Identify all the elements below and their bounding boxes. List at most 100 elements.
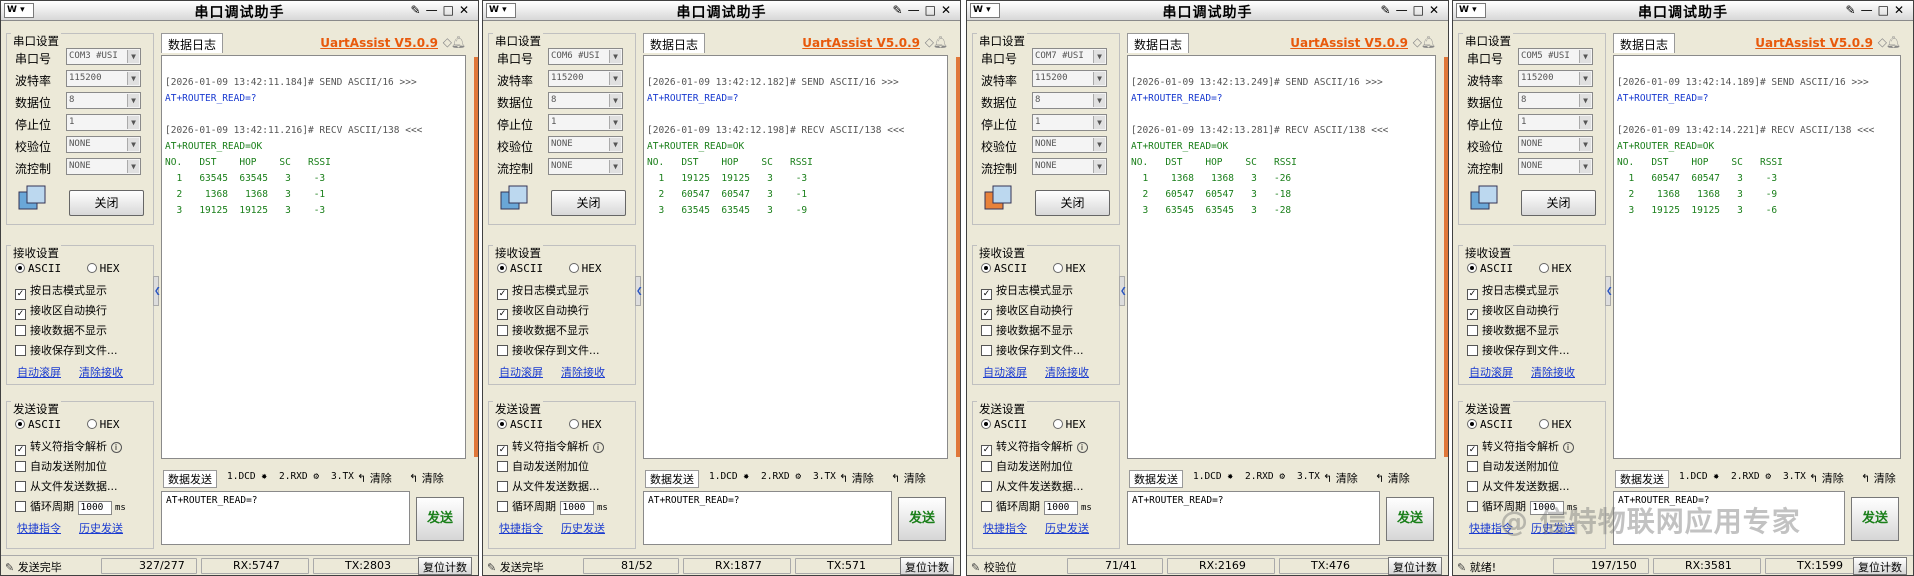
recv-auto-wrap-checkbox[interactable]: ✓ 接收区自动换行 bbox=[497, 302, 589, 320]
brand-link[interactable]: UartAssist V5.0.9 bbox=[320, 36, 438, 50]
title-bar[interactable]: W ▾ 串口调试助手 ✎—□✕ bbox=[483, 1, 960, 21]
cycle-checkbox[interactable] bbox=[15, 501, 26, 512]
close-port-button[interactable]: 关闭 bbox=[1035, 190, 1110, 216]
port-select[interactable]: COM5 #USI ▼ bbox=[1518, 48, 1593, 65]
chevron-down-icon[interactable]: ▼ bbox=[1093, 160, 1105, 173]
auto-scroll-link[interactable]: 自动滚屏 bbox=[983, 364, 1027, 380]
collapse-panel-handle[interactable]: ❮ bbox=[153, 276, 161, 306]
clear-recv-link[interactable]: 清除接收 bbox=[79, 364, 123, 380]
close-port-button[interactable]: 关闭 bbox=[551, 190, 626, 216]
minimize-icon[interactable]: — bbox=[908, 3, 925, 17]
chevron-down-icon[interactable]: ▼ bbox=[609, 50, 621, 63]
maximize-icon[interactable]: □ bbox=[443, 3, 459, 17]
recv-auto-wrap-checkbox[interactable]: ✓ 接收区自动换行 bbox=[15, 302, 107, 320]
send-ascii-radio[interactable]: ASCII bbox=[981, 418, 1027, 431]
auto-append-checkbox[interactable]: 自动发送附加位 bbox=[981, 458, 1073, 474]
send-button[interactable]: 发送 bbox=[1851, 497, 1899, 541]
clear-send-button[interactable]: ↰ 清除 bbox=[839, 470, 874, 486]
clear-all-button[interactable]: ↰ 清除 bbox=[409, 470, 444, 486]
collapse-panel-handle[interactable]: ❮ bbox=[1119, 276, 1127, 306]
reset-count-button[interactable]: 复位计数 bbox=[418, 557, 472, 575]
recv-save-checkbox[interactable]: 接收保存到文件... bbox=[981, 342, 1084, 358]
chevron-down-icon[interactable]: ▼ bbox=[1579, 94, 1591, 107]
flow-select[interactable]: NONE ▼ bbox=[1032, 158, 1107, 175]
recv-log-mode-checkbox[interactable]: ✓ 按日志模式显示 bbox=[15, 282, 107, 300]
recv-hide-checkbox[interactable]: 接收数据不显示 bbox=[1467, 322, 1559, 338]
chevron-down-icon[interactable]: ▼ bbox=[609, 94, 621, 107]
file-send-checkbox[interactable]: 从文件发送数据... bbox=[1467, 478, 1570, 494]
recv-ascii-radio[interactable]: ASCII bbox=[1467, 262, 1513, 275]
recv-auto-wrap-checkbox[interactable]: ✓ 接收区自动换行 bbox=[981, 302, 1073, 320]
stopbits-select[interactable]: 1 ▼ bbox=[66, 114, 141, 131]
flow-select[interactable]: NONE ▼ bbox=[548, 158, 623, 175]
info-icon[interactable]: i bbox=[592, 442, 604, 453]
log-scrollbar[interactable] bbox=[956, 57, 960, 457]
port-select[interactable]: COM3 #USI ▼ bbox=[66, 48, 141, 65]
edit-icon[interactable]: ✎ bbox=[1381, 3, 1396, 17]
cycle-input[interactable]: 1000 bbox=[77, 501, 112, 515]
chevron-down-icon[interactable]: ▼ bbox=[127, 94, 139, 107]
escape-parse-checkbox[interactable]: ✓ 转义符指令解析 i bbox=[1467, 438, 1574, 456]
recv-hex-radio[interactable]: HEX bbox=[86, 262, 120, 275]
chevron-down-icon[interactable]: ▼ bbox=[127, 116, 139, 129]
recv-save-checkbox[interactable]: 接收保存到文件... bbox=[15, 342, 118, 358]
parity-select[interactable]: NONE ▼ bbox=[66, 136, 141, 153]
clear-all-button[interactable]: ↰ 清除 bbox=[1375, 470, 1410, 486]
clear-all-button[interactable]: ↰ 清除 bbox=[891, 470, 926, 486]
reset-count-button[interactable]: 复位计数 bbox=[1388, 557, 1442, 575]
port-select[interactable]: COM7 #USI ▼ bbox=[1032, 48, 1107, 65]
maximize-icon[interactable]: □ bbox=[1878, 3, 1894, 17]
history-send-link[interactable]: 历史发送 bbox=[561, 520, 605, 536]
recv-save-checkbox[interactable]: 接收保存到文件... bbox=[497, 342, 600, 358]
databits-select[interactable]: 8 ▼ bbox=[66, 92, 141, 109]
bell-icon[interactable]: 🔔︎ bbox=[1421, 35, 1436, 49]
recv-log-area[interactable]: [2026-01-09 13:42:13.249]# SEND ASCII/16… bbox=[1127, 55, 1436, 459]
chevron-down-icon[interactable]: ▼ bbox=[1579, 50, 1591, 63]
auto-scroll-link[interactable]: 自动滚屏 bbox=[17, 364, 61, 380]
file-send-checkbox[interactable]: 从文件发送数据... bbox=[981, 478, 1084, 494]
recv-auto-wrap-checkbox[interactable]: ✓ 接收区自动换行 bbox=[1467, 302, 1559, 320]
chevron-down-icon[interactable]: ▼ bbox=[609, 116, 621, 129]
auto-append-checkbox[interactable]: 自动发送附加位 bbox=[497, 458, 589, 474]
bell-icon[interactable]: 🔔︎ bbox=[933, 35, 948, 49]
flow-select[interactable]: NONE ▼ bbox=[66, 158, 141, 175]
history-send-link[interactable]: 历史发送 bbox=[79, 520, 123, 536]
minimize-icon[interactable]: — bbox=[426, 3, 443, 17]
tab-data-log[interactable]: 数据日志 bbox=[1613, 33, 1676, 53]
edit-icon[interactable]: ✎ bbox=[1846, 3, 1861, 17]
collapse-panel-handle[interactable]: ❮ bbox=[1605, 276, 1613, 306]
chevron-down-icon[interactable]: ▼ bbox=[1093, 116, 1105, 129]
auto-append-checkbox[interactable]: 自动发送附加位 bbox=[1467, 458, 1559, 474]
chevron-down-icon[interactable]: ▼ bbox=[1579, 72, 1591, 85]
auto-scroll-link[interactable]: 自动滚屏 bbox=[1469, 364, 1513, 380]
send-input[interactable]: AT+ROUTER_READ=? bbox=[161, 491, 410, 545]
baud-select[interactable]: 115200 ▼ bbox=[1032, 70, 1107, 87]
flow-select[interactable]: NONE ▼ bbox=[1518, 158, 1593, 175]
maximize-icon[interactable]: □ bbox=[925, 3, 941, 17]
clear-recv-link[interactable]: 清除接收 bbox=[561, 364, 605, 380]
parity-select[interactable]: NONE ▼ bbox=[1518, 136, 1593, 153]
collapse-panel-handle[interactable]: ❮ bbox=[635, 276, 643, 306]
send-ascii-radio[interactable]: ASCII bbox=[497, 418, 543, 431]
tab-data-log[interactable]: 数据日志 bbox=[161, 33, 224, 53]
quick-cmd-link[interactable]: 快捷指令 bbox=[983, 520, 1027, 536]
close-port-button[interactable]: 关闭 bbox=[69, 190, 144, 216]
chevron-down-icon[interactable]: ▼ bbox=[1579, 116, 1591, 129]
quick-cmd-link[interactable]: 快捷指令 bbox=[17, 520, 61, 536]
chevron-down-icon[interactable]: ▼ bbox=[1093, 50, 1105, 63]
escape-parse-checkbox[interactable]: ✓ 转义符指令解析 i bbox=[497, 438, 604, 456]
recv-log-mode-checkbox[interactable]: ✓ 按日志模式显示 bbox=[1467, 282, 1559, 300]
send-input[interactable]: AT+ROUTER_READ=? bbox=[643, 491, 892, 545]
clear-send-button[interactable]: ↰ 清除 bbox=[357, 470, 392, 486]
quick-cmd-link[interactable]: 快捷指令 bbox=[499, 520, 543, 536]
send-ascii-radio[interactable]: ASCII bbox=[15, 418, 61, 431]
chevron-down-icon[interactable]: ▼ bbox=[609, 72, 621, 85]
edit-icon[interactable]: ✎ bbox=[411, 3, 426, 17]
send-hex-radio[interactable]: HEX bbox=[1538, 418, 1572, 431]
clear-send-button[interactable]: ↰ 清除 bbox=[1323, 470, 1358, 486]
info-icon[interactable]: i bbox=[1562, 442, 1574, 453]
recv-hex-radio[interactable]: HEX bbox=[1538, 262, 1572, 275]
minimize-icon[interactable]: — bbox=[1396, 3, 1413, 17]
cycle-checkbox[interactable] bbox=[497, 501, 508, 512]
chevron-down-icon[interactable]: ▼ bbox=[127, 50, 139, 63]
